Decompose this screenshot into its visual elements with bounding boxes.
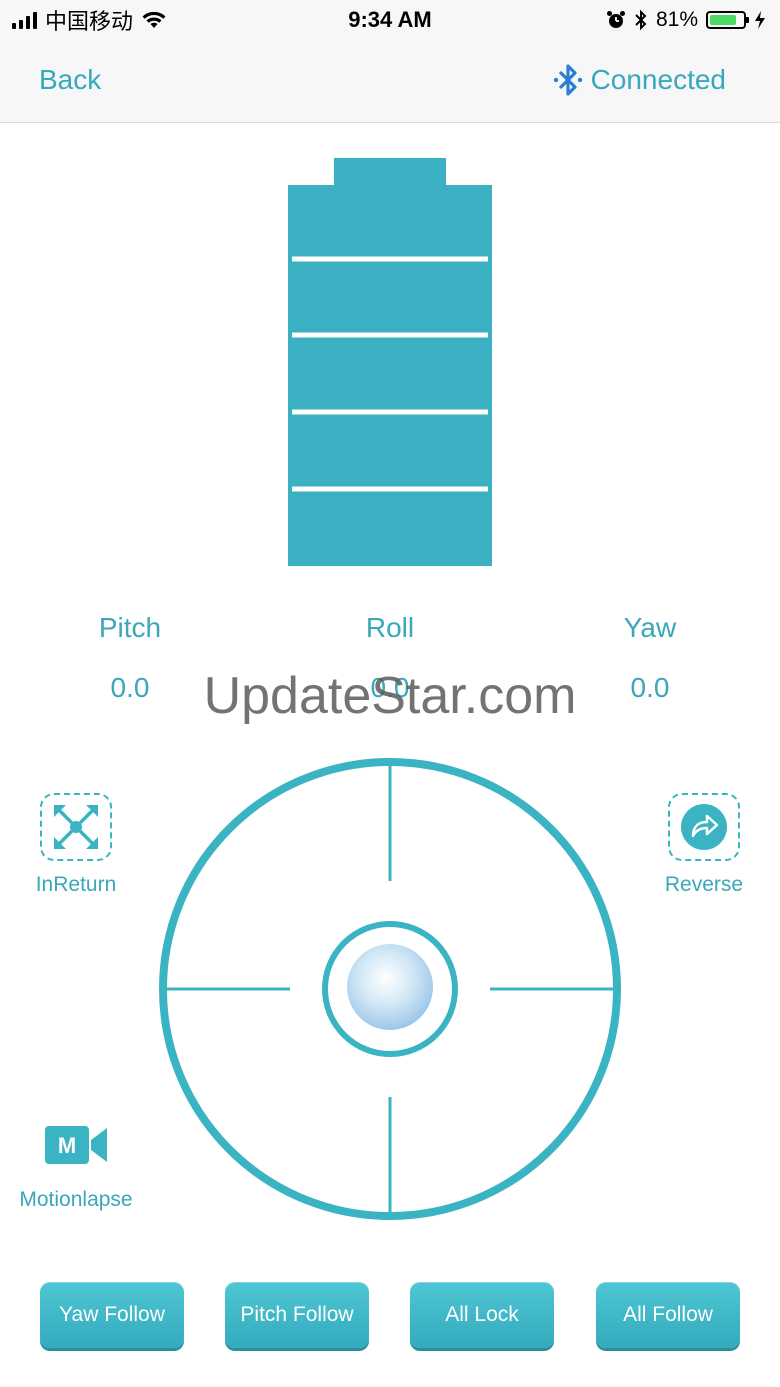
connection-status-label: Connected [590, 64, 726, 95]
reverse-label: Reverse [664, 873, 744, 896]
all-follow-button[interactable]: All Follow [596, 1282, 740, 1348]
alarm-icon [606, 11, 625, 28]
status-right: 81% [606, 6, 766, 34]
all-lock-button[interactable]: All Lock [410, 1282, 554, 1348]
navigation-bar: Back Connected [0, 40, 780, 123]
expand-arrows-icon [54, 805, 98, 849]
inreturn-label: InReturn [35, 873, 117, 896]
battery-percent: 81% [655, 8, 698, 31]
charging-icon [755, 11, 765, 29]
video-camera-icon: M [45, 1126, 107, 1164]
share-arrow-icon [681, 804, 727, 850]
pitch-label: Pitch [98, 612, 162, 643]
bluetooth-icon [635, 9, 647, 31]
motionlapse-icon-letter: M [58, 1133, 76, 1158]
reverse-icon-frame [668, 793, 740, 861]
pitch-follow-button[interactable]: Pitch Follow [225, 1282, 369, 1348]
inreturn-icon-frame [40, 793, 112, 861]
roll-label: Roll [365, 612, 415, 643]
yaw-label: Yaw [623, 612, 677, 643]
connection-status[interactable]: Connected [551, 60, 726, 100]
inreturn-button[interactable]: InReturn [24, 793, 128, 897]
motionlapse-label: Motionlapse [19, 1188, 133, 1211]
gimbal-battery-indicator [288, 158, 492, 566]
motionlapse-button[interactable]: M Motionlapse [6, 1124, 146, 1212]
status-bar: 中国移动 9:34 AM 81% [0, 0, 780, 40]
gimbal-control-screen: 中国移动 9:34 AM 81% Back Connected Pitch 0.… [0, 0, 780, 1387]
reverse-button[interactable]: Reverse [652, 793, 756, 897]
bluetooth-icon [553, 64, 582, 96]
watermark: UpdateStar.com [203, 667, 577, 725]
yaw-follow-button[interactable]: Yaw Follow [40, 1282, 184, 1348]
back-button[interactable]: Back [39, 62, 101, 98]
joystick-knob[interactable] [347, 944, 433, 1030]
joystick-pad[interactable] [156, 755, 624, 1223]
battery-icon [706, 11, 749, 29]
